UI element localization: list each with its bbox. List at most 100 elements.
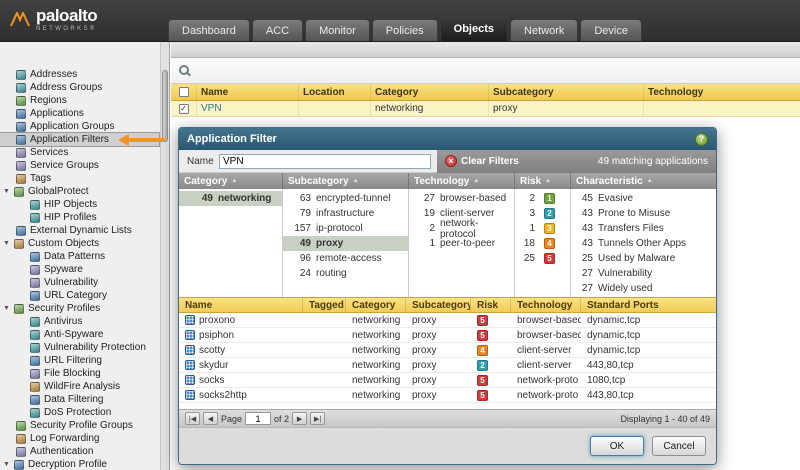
sidebar-item-tags[interactable]: Tags xyxy=(0,172,159,185)
sidebar-item-applications[interactable]: Applications xyxy=(0,107,159,120)
sidebar-item-service-groups[interactable]: Service Groups xyxy=(0,159,159,172)
table-row[interactable]: scotty networking proxy 4 client-server … xyxy=(179,343,716,358)
tab-dashboard[interactable]: Dashboard xyxy=(168,19,250,41)
subcategory-filter-item[interactable]: 24routing xyxy=(283,266,408,281)
column-header-category[interactable]: Category xyxy=(371,84,489,100)
row-name[interactable]: VPN xyxy=(197,101,299,116)
tab-objects[interactable]: Objects xyxy=(440,15,508,41)
sidebar-item-globalprotect[interactable]: ▼GlobalProtect xyxy=(0,185,159,198)
filter-header-technology[interactable]: Technology▲ xyxy=(409,173,515,189)
sidebar-item-custom-objects[interactable]: ▼Custom Objects xyxy=(0,237,159,250)
sidebar-item-security-profile-groups[interactable]: Security Profile Groups xyxy=(0,419,159,432)
tab-policies[interactable]: Policies xyxy=(372,19,438,41)
subcategory-filter-item[interactable]: 96remote-access xyxy=(283,251,408,266)
collapse-icon[interactable]: ▼ xyxy=(3,188,13,195)
filter-header-category[interactable]: Category▲ xyxy=(179,173,283,189)
subcategory-filter-item[interactable]: 157ip-protocol xyxy=(283,221,408,236)
sidebar-item-anti-spyware[interactable]: Anti-Spyware xyxy=(0,328,159,341)
column-header-name[interactable]: Name xyxy=(197,84,299,100)
cancel-button[interactable]: Cancel xyxy=(652,436,706,456)
sidebar-item-regions[interactable]: Regions xyxy=(0,94,159,107)
collapse-icon[interactable]: ▼ xyxy=(3,240,13,247)
category-filter-item[interactable]: 49networking xyxy=(179,191,282,206)
name-input[interactable] xyxy=(219,154,431,169)
table-row[interactable]: proxono networking proxy 5 browser-based… xyxy=(179,313,716,328)
results-column-standard-ports[interactable]: Standard Ports xyxy=(581,298,716,312)
characteristic-filter-item[interactable]: 45Evasive xyxy=(571,191,716,206)
table-row[interactable]: socks2http networking proxy 5 network-pr… xyxy=(179,388,716,403)
last-page-button[interactable]: ▶| xyxy=(310,412,325,425)
table-row[interactable]: ✓ VPN networking proxy xyxy=(171,101,800,117)
filter-header-characteristic[interactable]: Characteristic▲ xyxy=(571,173,716,189)
tab-device[interactable]: Device xyxy=(580,19,642,41)
prev-page-button[interactable]: ◀ xyxy=(203,412,218,425)
results-column-name[interactable]: Name xyxy=(179,298,303,312)
next-page-button[interactable]: ▶ xyxy=(292,412,307,425)
characteristic-filter-item[interactable]: 27Vulnerability xyxy=(571,266,716,281)
table-row[interactable]: socks networking proxy 5 network-proto 1… xyxy=(179,373,716,388)
sidebar-item-hip-objects[interactable]: HIP Objects xyxy=(0,198,159,211)
tab-network[interactable]: Network xyxy=(510,19,578,41)
sidebar-item-url-filtering[interactable]: URL Filtering xyxy=(0,354,159,367)
help-icon[interactable]: ? xyxy=(695,133,708,146)
sidebar-item-authentication[interactable]: Authentication xyxy=(0,445,159,458)
subcategory-filter-item[interactable]: 49proxy xyxy=(283,236,408,251)
sidebar-item-spyware[interactable]: Spyware xyxy=(0,263,159,276)
results-column-subcategory[interactable]: Subcategory xyxy=(406,298,471,312)
sidebar-item-hip-profiles[interactable]: HIP Profiles xyxy=(0,211,159,224)
tab-monitor[interactable]: Monitor xyxy=(305,19,370,41)
first-page-button[interactable]: |◀ xyxy=(185,412,200,425)
subcategory-filter-item[interactable]: 79infrastructure xyxy=(283,206,408,221)
sidebar-item-vulnerability-protection[interactable]: Vulnerability Protection xyxy=(0,341,159,354)
sidebar-item-vulnerability[interactable]: Vulnerability xyxy=(0,276,159,289)
characteristic-filter-item[interactable]: 27Widely used xyxy=(571,281,716,296)
technology-filter-item[interactable]: 27browser-based xyxy=(409,191,514,206)
results-column-category[interactable]: Category xyxy=(346,298,406,312)
subcategory-filter-item[interactable]: 63encrypted-tunnel xyxy=(283,191,408,206)
filter-header-risk[interactable]: Risk▲ xyxy=(515,173,571,189)
select-all-checkbox[interactable] xyxy=(179,87,189,97)
sidebar-item-wildfire-analysis[interactable]: WildFire Analysis xyxy=(0,380,159,393)
sidebar-item-decryption-profile[interactable]: ▼Decryption Profile xyxy=(0,458,159,470)
sidebar-item-data-patterns[interactable]: Data Patterns xyxy=(0,250,159,263)
column-header-location[interactable]: Location xyxy=(299,84,371,100)
sidebar-item-data-filtering[interactable]: Data Filtering xyxy=(0,393,159,406)
search-icon[interactable] xyxy=(179,65,191,77)
results-column-risk[interactable]: Risk xyxy=(471,298,511,312)
page-input[interactable] xyxy=(245,412,271,425)
sidebar-item-services[interactable]: Services xyxy=(0,146,159,159)
sidebar-item-dos-protection[interactable]: DoS Protection xyxy=(0,406,159,419)
characteristic-filter-item[interactable]: 43Transfers Files xyxy=(571,221,716,236)
ok-button[interactable]: OK xyxy=(590,436,644,456)
column-header-technology[interactable]: Technology xyxy=(644,84,800,100)
sidebar-item-url-category[interactable]: URL Category xyxy=(0,289,159,302)
column-header-subcategory[interactable]: Subcategory xyxy=(489,84,644,100)
collapse-icon[interactable]: ▼ xyxy=(3,461,13,468)
sidebar-item-addresses[interactable]: Addresses xyxy=(0,68,159,81)
risk-filter-item[interactable]: 32 xyxy=(515,206,570,221)
risk-filter-item[interactable]: 255 xyxy=(515,251,570,266)
table-row[interactable]: psiphon networking proxy 5 browser-based… xyxy=(179,328,716,343)
clear-filters-button[interactable]: ×Clear Filters xyxy=(445,155,519,167)
results-column-technology[interactable]: Technology xyxy=(511,298,581,312)
sidebar-item-security-profiles[interactable]: ▼Security Profiles xyxy=(0,302,159,315)
characteristic-filter-item[interactable]: 25Used by Malware xyxy=(571,251,716,266)
sidebar-scrollbar[interactable] xyxy=(160,42,169,470)
risk-filter-item[interactable]: 184 xyxy=(515,236,570,251)
scrollbar-thumb[interactable] xyxy=(162,70,168,142)
risk-filter-item[interactable]: 13 xyxy=(515,221,570,236)
tab-acc[interactable]: ACC xyxy=(252,19,303,41)
technology-filter-item[interactable]: 2network-protocol xyxy=(409,221,514,236)
characteristic-filter-item[interactable]: 43Prone to Misuse xyxy=(571,206,716,221)
sidebar-item-file-blocking[interactable]: File Blocking xyxy=(0,367,159,380)
collapse-icon[interactable]: ▼ xyxy=(3,305,13,312)
results-column-tagged[interactable]: Tagged xyxy=(303,298,346,312)
sidebar-item-address-groups[interactable]: Address Groups xyxy=(0,81,159,94)
filter-header-subcategory[interactable]: Subcategory▲ xyxy=(283,173,409,189)
sidebar-item-external-dynamic-lists[interactable]: External Dynamic Lists xyxy=(0,224,159,237)
sidebar-item-application-filters[interactable]: Application Filters xyxy=(0,133,159,146)
characteristic-filter-item[interactable]: 43Tunnels Other Apps xyxy=(571,236,716,251)
row-checkbox[interactable]: ✓ xyxy=(179,104,189,114)
risk-filter-item[interactable]: 21 xyxy=(515,191,570,206)
sidebar-item-log-forwarding[interactable]: Log Forwarding xyxy=(0,432,159,445)
